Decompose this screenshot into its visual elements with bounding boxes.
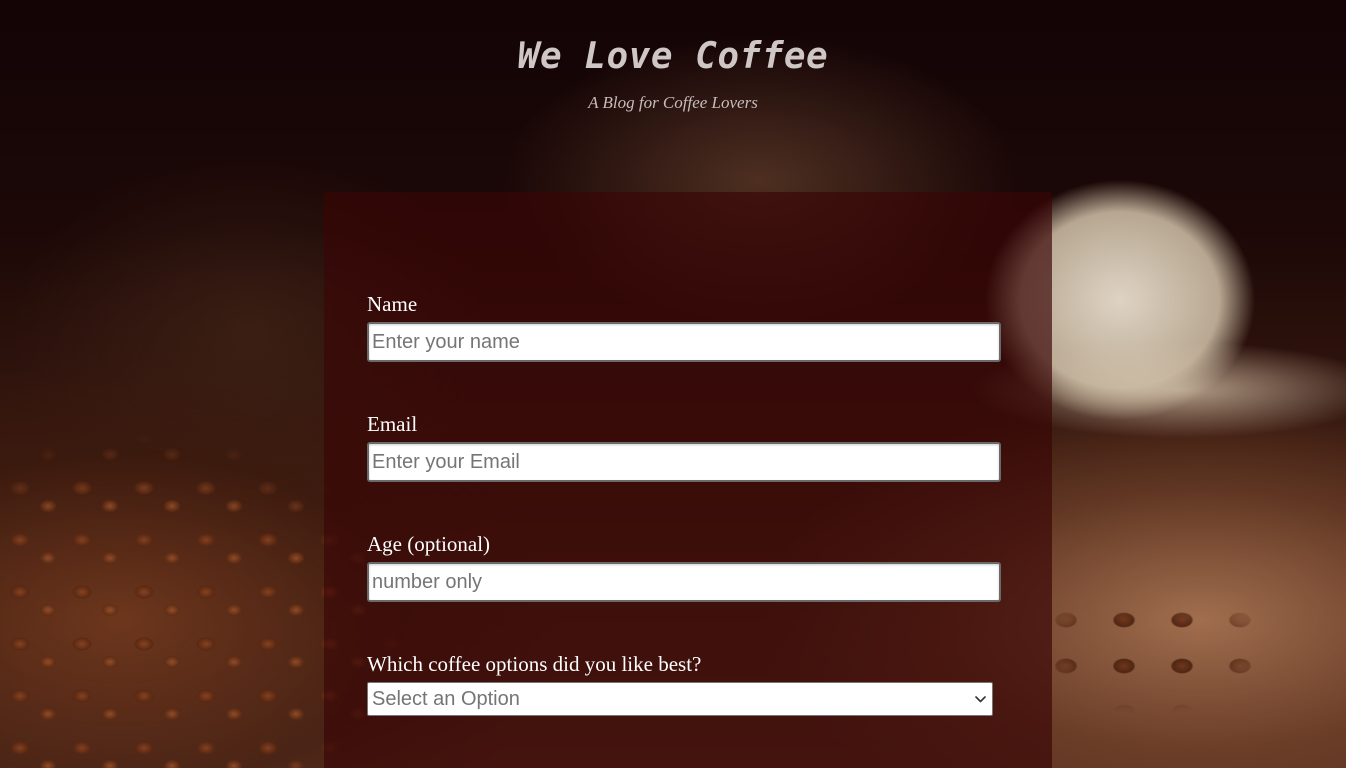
email-label: Email [367,412,418,436]
chevron-down-icon [974,683,986,715]
name-input[interactable] [367,322,1001,362]
email-field-group: Email [367,412,1001,482]
email-input[interactable] [367,442,1001,482]
coffee-option-label: Which coffee options did you like best? [367,652,702,676]
age-input[interactable] [367,562,1001,602]
coffee-option-select[interactable]: Select an Option [367,682,993,716]
site-header: We Love Coffee A Blog for Coffee Lovers [0,0,1346,114]
coffee-option-selected-value: Select an Option [372,688,520,710]
site-title: We Love Coffee [517,36,829,77]
coffee-option-field-group: Which coffee options did you like best? … [367,652,1001,716]
name-field-group: Name [367,292,1001,362]
age-label: Age (optional) [367,532,491,556]
name-label: Name [367,292,418,316]
site-subtitle: A Blog for Coffee Lovers [588,93,758,112]
age-field-group: Age (optional) [367,532,1001,602]
survey-form: Name Email Age (optional) Which coffee o… [324,192,1052,768]
